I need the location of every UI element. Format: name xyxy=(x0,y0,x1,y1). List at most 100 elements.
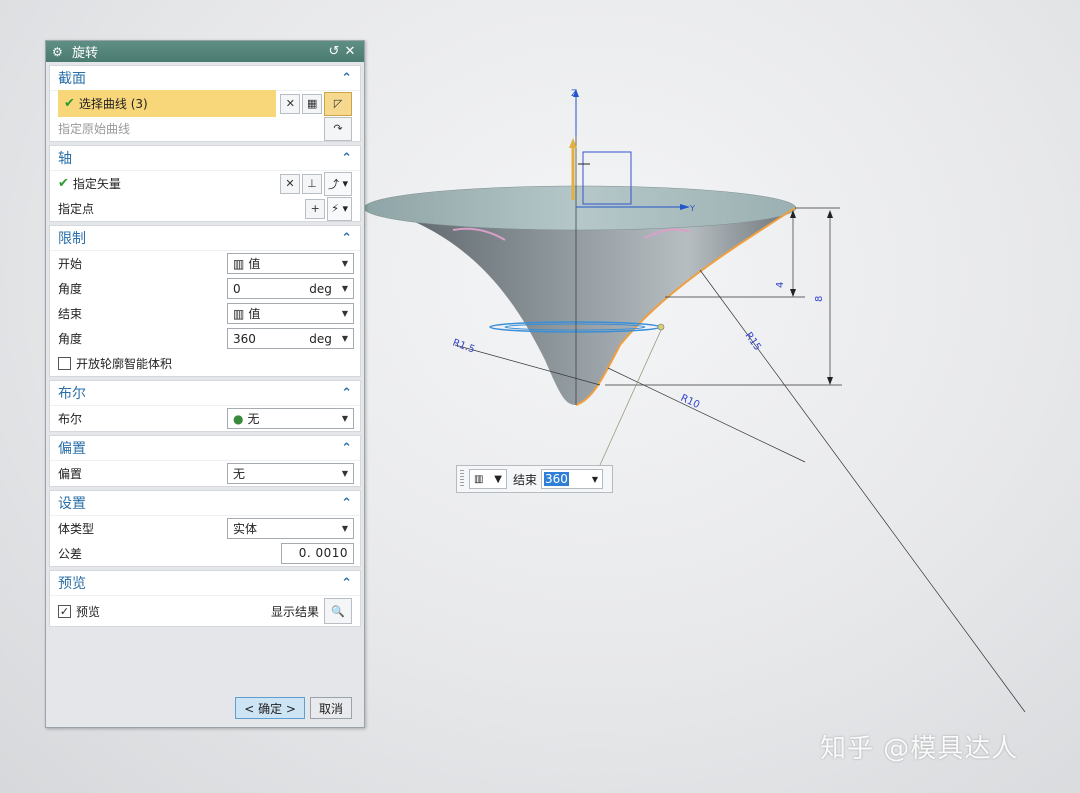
vector-dialog-icon[interactable]: ⊥ xyxy=(301,173,322,194)
close-icon[interactable]: ✕ xyxy=(342,44,358,59)
value-mode-icon: ▥ xyxy=(474,473,484,485)
vector-type-dropdown[interactable]: ⤴ ▾ xyxy=(323,171,352,196)
check-icon: ✔ xyxy=(58,176,69,191)
sketch-section-icon[interactable]: ▦ xyxy=(302,93,323,114)
group-preview-title: 预览 xyxy=(58,576,86,592)
start-angle-row: 角度 0 deg ▼ xyxy=(50,276,360,301)
screen-input-value-field[interactable]: 360 ▼ xyxy=(541,469,604,489)
group-section-header[interactable]: 截面 ⌃ xyxy=(50,66,360,91)
specify-origin-label: 指定原始曲线 xyxy=(58,122,131,136)
start-row: 开始 ▥ 值 ▼ xyxy=(50,251,360,276)
group-settings: 设置 ⌃ 体类型 实体 ▼ 公差 0. 0010 xyxy=(49,490,361,567)
preview-row: ✓ 预览 显示结果 🔍 xyxy=(50,596,360,626)
group-settings-title: 设置 xyxy=(58,496,86,512)
chevron-up-icon[interactable]: ⌃ xyxy=(341,496,352,511)
group-boolean-title: 布尔 xyxy=(58,386,86,402)
screen-input-value[interactable]: 360 xyxy=(544,472,569,486)
select-curve-field[interactable]: ✔ 选择曲线 (3) xyxy=(58,90,277,117)
offset-row: 偏置 无 ▼ xyxy=(50,461,360,486)
dropdown-arrow-icon: ▼ xyxy=(341,524,348,533)
chevron-up-icon[interactable]: ⌃ xyxy=(341,441,352,456)
revolve-dialog: ⚙ 旋转 ↺ ✕ 截面 ⌃ ✔ 选择曲线 (3) ✕ ▦ ◸ 指定原始曲线 ↷ … xyxy=(45,40,365,728)
group-axis-title: 轴 xyxy=(58,151,72,167)
screen-input-label: 结束 xyxy=(513,472,538,487)
value-mode-dropdown[interactable]: ▥ ▼ xyxy=(469,469,507,489)
dim-8: 8 xyxy=(814,296,825,302)
vector-label: 指定矢量 xyxy=(72,177,121,191)
start-angle-input[interactable]: 0 deg ▼ xyxy=(227,278,354,299)
dialog-titlebar[interactable]: ⚙ 旋转 ↺ ✕ xyxy=(46,41,364,62)
group-axis: 轴 ⌃ ✔ 指定矢量 ✕ ⊥ ⤴ ▾ 指定点 + ⚡ ▾ xyxy=(49,145,361,222)
revolve-body xyxy=(365,205,795,405)
dropdown-arrow-icon[interactable]: ▼ xyxy=(592,475,598,484)
dim-r15: R15 xyxy=(743,330,763,352)
point-row: 指定点 + ⚡ ▾ xyxy=(50,196,360,221)
start-type-select[interactable]: ▥ 值 ▼ xyxy=(227,253,354,274)
group-axis-header[interactable]: 轴 ⌃ xyxy=(50,146,360,171)
vector-icon: ⤴ xyxy=(327,177,339,191)
point-type-dropdown[interactable]: ⚡ ▾ xyxy=(327,196,352,221)
dim-r1-5: R1.5 xyxy=(451,337,476,355)
dropdown-arrow-icon: ▼ xyxy=(341,309,348,318)
dialog-title: 旋转 xyxy=(72,46,99,61)
chevron-up-icon[interactable]: ⌃ xyxy=(341,576,352,591)
group-offset: 偏置 ⌃ 偏置 无 ▼ xyxy=(49,435,361,487)
dialog-footer: < 确定 > 取消 xyxy=(230,697,352,719)
preview-checkbox[interactable]: ✓ xyxy=(58,604,71,618)
select-curve-row[interactable]: ✔ 选择曲线 (3) ✕ ▦ ◸ xyxy=(50,90,360,117)
open-profile-checkbox[interactable] xyxy=(58,357,71,370)
reset-icon[interactable]: ↺ xyxy=(326,44,342,59)
check-icon: ✔ xyxy=(64,96,75,111)
end-type-select[interactable]: ▥ 值 ▼ xyxy=(227,303,354,324)
drag-grip-icon[interactable] xyxy=(460,470,464,488)
specify-origin-row: 指定原始曲线 ↷ xyxy=(50,116,360,141)
end-row: 结束 ▥ 值 ▼ xyxy=(50,301,360,326)
chevron-up-icon[interactable]: ⌃ xyxy=(341,231,352,246)
curve-select-icon[interactable]: ◸ xyxy=(324,91,352,116)
dropdown-arrow-icon: ▼ xyxy=(494,473,502,485)
end-angle-screen-input[interactable]: ▥ ▼ 结束 360 ▼ xyxy=(456,465,613,493)
axis-z-label: Z xyxy=(571,89,577,99)
group-boolean-header[interactable]: 布尔 ⌃ xyxy=(50,381,360,406)
ok-button[interactable]: < 确定 > xyxy=(235,697,305,719)
value-mode-icon: ▥ xyxy=(233,306,245,321)
point-dialog-icon[interactable]: + xyxy=(305,198,326,219)
boolean-select[interactable]: ● 无 ▼ xyxy=(227,408,354,429)
boolean-row: 布尔 ● 无 ▼ xyxy=(50,406,360,431)
body-type-select[interactable]: 实体 ▼ xyxy=(227,518,354,539)
end-angle-input[interactable]: 360 deg ▼ xyxy=(227,328,354,349)
watermark: 知乎 @模具达人 xyxy=(820,734,1019,764)
axis-y-label: Y xyxy=(689,204,695,213)
body-type-row: 体类型 实体 ▼ xyxy=(50,516,360,541)
chevron-up-icon[interactable]: ⌃ xyxy=(341,151,352,166)
curve-rule-icon[interactable]: ✕ xyxy=(280,93,301,114)
group-preview-header[interactable]: 预览 ⌃ xyxy=(50,571,360,596)
origin-curve-icon[interactable]: ↷ xyxy=(324,116,352,141)
dropdown-arrow-icon: ▼ xyxy=(341,259,348,268)
chevron-up-icon[interactable]: ⌃ xyxy=(341,386,352,401)
group-settings-header[interactable]: 设置 ⌃ xyxy=(50,491,360,516)
dim-4: 4 xyxy=(775,282,786,288)
magnifier-icon[interactable]: 🔍 xyxy=(324,598,352,624)
boolean-none-icon: ● xyxy=(233,411,244,426)
open-profile-row[interactable]: 开放轮廓智能体积 xyxy=(50,351,360,376)
show-result-label: 显示结果 xyxy=(270,604,319,619)
group-preview: 预览 ⌃ ✓ 预览 显示结果 🔍 xyxy=(49,570,361,627)
offset-select[interactable]: 无 ▼ xyxy=(227,463,354,484)
dropdown-arrow-icon: ▼ xyxy=(341,414,348,423)
vector-row: ✔ 指定矢量 ✕ ⊥ ⤴ ▾ xyxy=(50,171,360,196)
group-limits-header[interactable]: 限制 ⌃ xyxy=(50,226,360,251)
point-inference-icon: ⚡ xyxy=(331,202,339,215)
dropdown-arrow-icon[interactable]: ▼ xyxy=(342,334,348,343)
point-label: 指定点 xyxy=(58,202,95,216)
dropdown-arrow-icon: ▼ xyxy=(341,469,348,478)
tolerance-row: 公差 0. 0010 xyxy=(50,541,360,566)
group-limits: 限制 ⌃ 开始 ▥ 值 ▼ 角度 0 deg ▼ 结束 ▥ 值 ▼ 角度 360… xyxy=(49,225,361,377)
chevron-up-icon[interactable]: ⌃ xyxy=(341,71,352,86)
cancel-button[interactable]: 取消 xyxy=(309,697,352,719)
tolerance-input[interactable]: 0. 0010 xyxy=(281,543,354,564)
group-offset-header[interactable]: 偏置 ⌃ xyxy=(50,436,360,461)
dropdown-arrow-icon[interactable]: ▼ xyxy=(342,284,348,293)
reverse-direction-icon[interactable]: ✕ xyxy=(279,173,300,194)
preview-label: 预览 xyxy=(76,604,101,619)
